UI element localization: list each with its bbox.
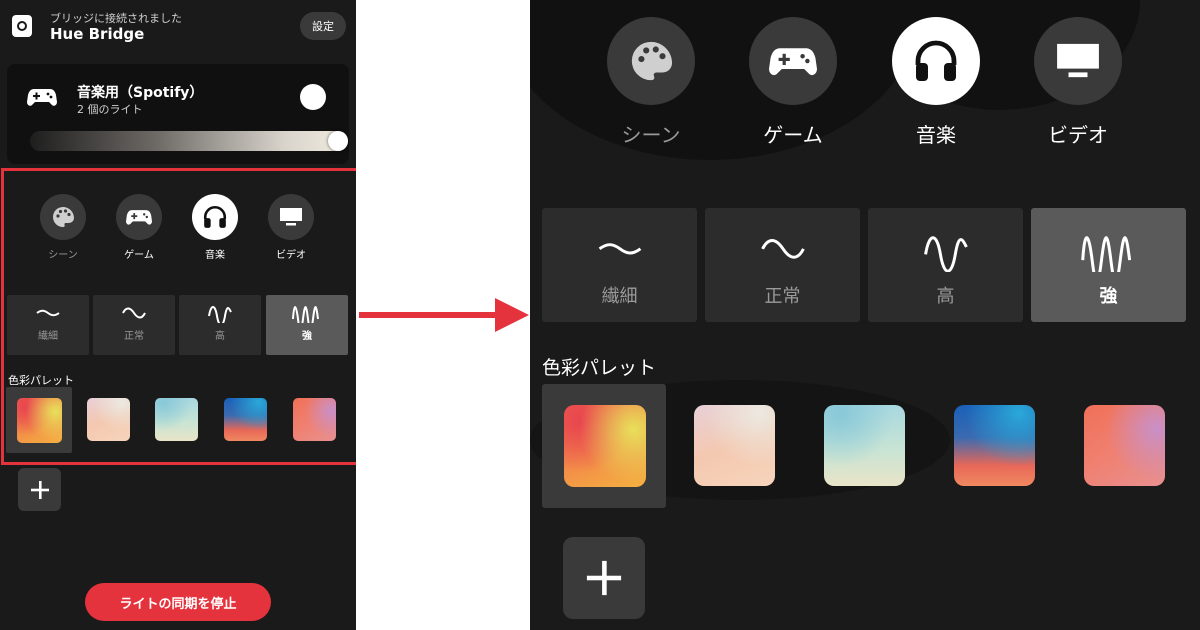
wave-strong-icon — [1080, 236, 1131, 272]
bridge-icon — [12, 15, 32, 37]
palette-swatch-coral-pink[interactable] — [293, 398, 336, 441]
wave-subtle-icon — [598, 243, 641, 255]
intensity-normal[interactable]: 正常 — [93, 295, 175, 355]
mode-label: ゲーム — [124, 250, 154, 261]
bridge-status: ブリッジに接続されました — [50, 12, 182, 25]
mode-game[interactable]: ゲーム — [738, 17, 848, 148]
intensity-strong[interactable]: 強 — [1031, 208, 1186, 322]
palette-swatch-warm-red-yellow[interactable] — [17, 398, 62, 443]
mode-music[interactable]: 音楽 — [190, 194, 240, 261]
intensity-label: 正常 — [124, 331, 144, 342]
area-name: 音楽用（Spotify） — [77, 85, 204, 101]
monitor-icon — [280, 208, 302, 226]
gamepad-icon — [27, 89, 57, 106]
headphones-icon — [203, 205, 227, 228]
mode-label: ビデオ — [276, 250, 306, 261]
intensity-label: 強 — [302, 331, 312, 342]
bridge-name: Hue Bridge — [50, 25, 145, 43]
mode-label: ゲーム — [763, 123, 823, 147]
stop-sync-button[interactable]: ライトの同期を停止 — [85, 583, 271, 621]
headphones-icon — [915, 40, 957, 81]
entertainment-area-card[interactable]: 音楽用（Spotify） 2 個のライト — [7, 64, 349, 164]
gamepad-icon — [769, 48, 817, 76]
mode-music[interactable]: 音楽 — [881, 17, 991, 148]
brightness-slider[interactable] — [30, 131, 348, 151]
mode-video[interactable]: ビデオ — [266, 194, 316, 261]
mode-label: シーン — [48, 250, 78, 261]
palette-icon — [631, 41, 673, 81]
palette-title: 色彩パレット — [542, 357, 657, 379]
mode-label: シーン — [621, 123, 681, 147]
phone-screen: ブリッジに接続されました Hue Bridge 設定 音楽用（Spotify） … — [0, 0, 356, 630]
brightness-slider-knob[interactable] — [328, 131, 348, 151]
mode-label: ビデオ — [1048, 123, 1108, 147]
wave-normal-icon — [122, 307, 146, 319]
mode-video[interactable]: ビデオ — [1023, 17, 1133, 148]
mode-game[interactable]: ゲーム — [114, 194, 164, 261]
intensity-label: 繊細 — [601, 286, 638, 307]
wave-normal-icon — [760, 239, 805, 259]
palette-title: 色彩パレット — [8, 374, 74, 387]
intensity-subtle[interactable]: 繊細 — [542, 208, 697, 322]
settings-button[interactable]: 設定 — [300, 12, 346, 40]
area-power-toggle[interactable] — [300, 84, 326, 110]
gamepad-icon — [126, 210, 152, 225]
mode-label: 音楽 — [916, 123, 956, 147]
mode-label: 音楽 — [205, 250, 225, 261]
palette-swatch-aqua-cream[interactable] — [824, 405, 905, 486]
intensity-label: 正常 — [764, 286, 801, 307]
palette-swatch-blue-sunset[interactable] — [954, 405, 1035, 486]
palette-swatch-aqua-cream[interactable] — [155, 398, 198, 441]
intensity-label: 高 — [936, 286, 955, 307]
arrow-right-icon — [359, 298, 529, 332]
add-palette-button[interactable] — [563, 537, 645, 619]
add-palette-button[interactable] — [18, 468, 61, 511]
plus-icon — [30, 480, 49, 499]
wave-high-icon — [923, 236, 968, 272]
intensity-strong[interactable]: 強 — [266, 295, 348, 355]
wave-strong-icon — [292, 306, 319, 323]
palette-icon — [53, 207, 74, 227]
intensity-normal[interactable]: 正常 — [705, 208, 860, 322]
monitor-icon — [1057, 43, 1099, 78]
wave-subtle-icon — [36, 309, 60, 317]
area-light-count: 2 個のライト — [77, 103, 143, 116]
palette-swatch-pastel-peach[interactable] — [87, 398, 130, 441]
mode-scene[interactable]: シーン — [38, 194, 88, 261]
intensity-subtle[interactable]: 繊細 — [7, 295, 89, 355]
intensity-high[interactable]: 高 — [868, 208, 1023, 322]
palette-swatch-warm-red-yellow[interactable] — [564, 405, 646, 487]
plus-icon — [586, 560, 622, 596]
background-shape — [530, 0, 920, 160]
palette-swatch-blue-sunset[interactable] — [224, 398, 267, 441]
palette-swatch-pastel-peach[interactable] — [694, 405, 775, 486]
palette-swatch-coral-pink[interactable] — [1084, 405, 1165, 486]
wave-high-icon — [208, 306, 232, 323]
intensity-label: 強 — [1099, 286, 1118, 307]
intensity-label: 繊細 — [38, 331, 58, 342]
intensity-label: 高 — [215, 331, 225, 342]
mode-scene[interactable]: シーン — [596, 17, 706, 148]
zoomed-view: シーン ゲーム 音楽 ビデオ 繊細 正常 高 強 色彩パレット — [530, 0, 1200, 630]
intensity-high[interactable]: 高 — [179, 295, 261, 355]
